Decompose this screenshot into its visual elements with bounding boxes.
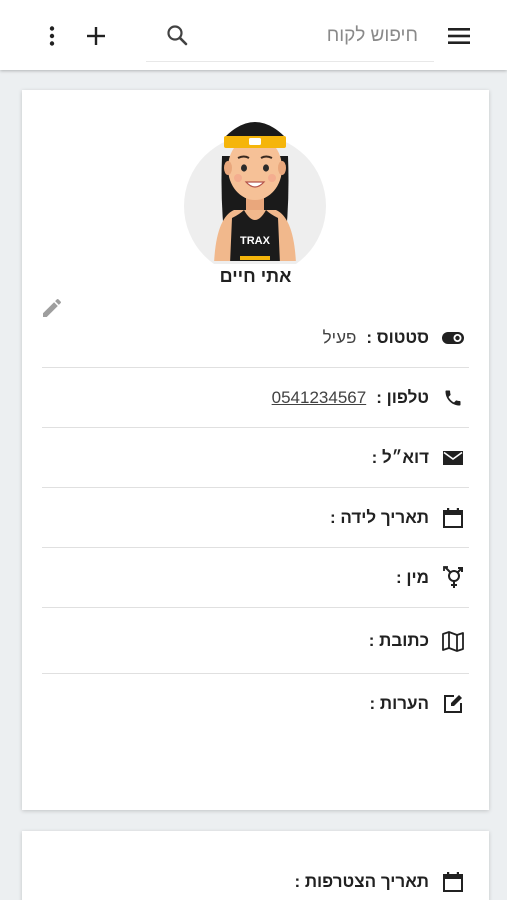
map-icon xyxy=(441,629,465,653)
email-row: דוא״ל : xyxy=(42,428,469,488)
top-app-bar xyxy=(0,0,507,70)
toggle-icon xyxy=(441,326,465,350)
notes-row: הערות : xyxy=(42,674,469,734)
phone-label: טלפון : xyxy=(376,387,429,407)
address-label: כתובת : xyxy=(368,630,429,650)
membership-card: תאריך הצטרפות : xyxy=(22,831,489,900)
phone-row: טלפון : 0541234567 xyxy=(42,368,469,428)
address-row: כתובת : xyxy=(42,608,469,674)
status-row: סטטוס : פעיל xyxy=(42,308,469,368)
menu-icon[interactable] xyxy=(446,24,472,48)
gender-label: מין : xyxy=(396,567,429,587)
search-bar xyxy=(146,14,434,62)
join-date-label: תאריך הצטרפות : xyxy=(294,872,429,891)
birthdate-label: תאריך לידה : xyxy=(329,507,429,527)
phone-icon xyxy=(441,386,465,410)
birthdate-row: תאריך לידה : xyxy=(42,488,469,548)
phone-value-link[interactable]: 0541234567 xyxy=(272,388,367,408)
avatar-badge-text: TRAX xyxy=(240,235,271,247)
notes-label: הערות : xyxy=(369,694,429,713)
gender-icon xyxy=(441,565,465,590)
client-profile-card: TRAX אתי חיים סטטוס: פעיל טלפון: 05412… xyxy=(22,90,489,810)
email-label: דוא״ל : xyxy=(371,447,429,467)
calendar-icon xyxy=(441,870,465,894)
envelope-icon xyxy=(441,446,465,470)
edit-note-icon xyxy=(441,692,465,716)
more-vert-icon[interactable] xyxy=(40,24,64,48)
search-icon[interactable] xyxy=(164,22,190,48)
status-label: סטטוס : xyxy=(366,327,429,347)
add-icon[interactable] xyxy=(84,24,108,48)
status-value: פעיל xyxy=(322,327,357,347)
client-name: אתי חיים xyxy=(219,266,292,286)
search-input[interactable] xyxy=(198,20,418,52)
client-avatar: TRAX xyxy=(184,106,326,277)
join-date-row: תאריך הצטרפות : xyxy=(42,852,469,900)
gender-row: מין : xyxy=(42,548,469,608)
calendar-icon xyxy=(441,506,465,530)
